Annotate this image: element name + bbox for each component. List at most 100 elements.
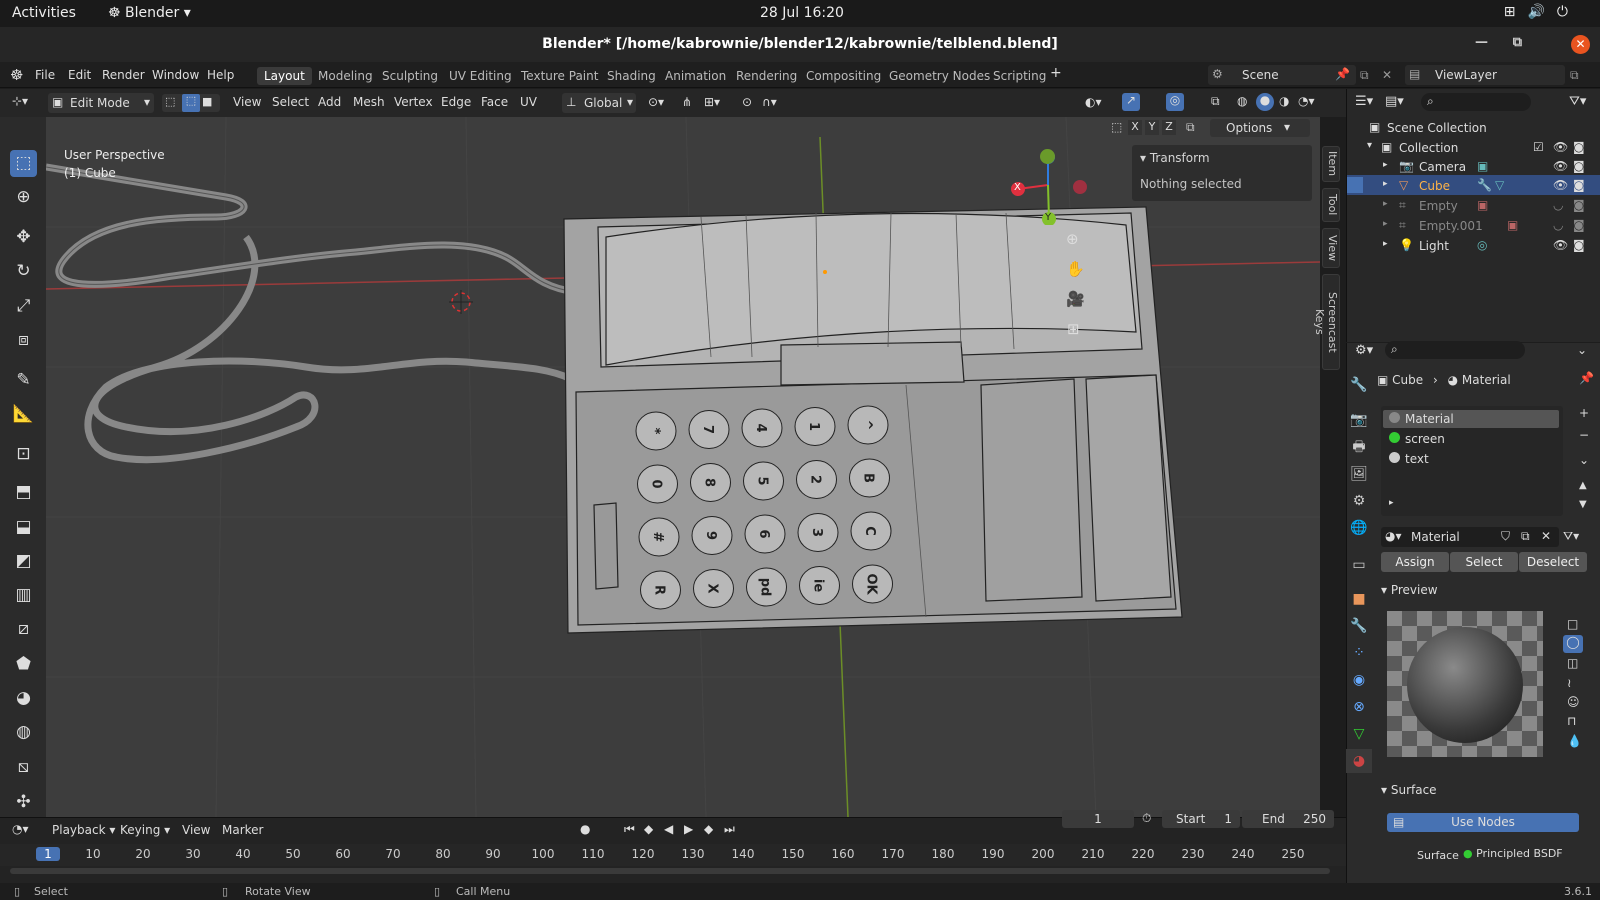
tab-shading[interactable]: Shading: [600, 67, 663, 85]
tab-modeling[interactable]: Modeling: [311, 67, 380, 85]
falloff-icon[interactable]: ∩▾: [762, 95, 777, 109]
loop-cut-tool-icon[interactable]: ▥: [10, 582, 37, 609]
extrude-tool-icon[interactable]: ⬒: [10, 479, 37, 506]
duplicate-icon[interactable]: ⧉: [1521, 529, 1530, 544]
select-box-tool-icon[interactable]: ⬚: [10, 150, 37, 177]
rotate-tool-icon[interactable]: ↻: [10, 258, 37, 285]
camera-render-icon[interactable]: ◙: [1573, 218, 1585, 232]
expand-icon[interactable]: ▸: [1383, 179, 1388, 189]
object-tab-icon[interactable]: ■: [1346, 587, 1372, 611]
edge-select-icon[interactable]: ⬚: [182, 94, 200, 112]
tree-row-camera[interactable]: ▸ 📷 Camera ▣ 👁 ◙: [1347, 156, 1600, 176]
keypad-button[interactable]: R: [640, 570, 681, 610]
material-tab-icon[interactable]: ◕: [1346, 749, 1372, 773]
eye-icon[interactable]: 👁: [1553, 159, 1568, 173]
eye-icon[interactable]: 👁: [1553, 140, 1568, 154]
neg-y-axis-handle[interactable]: [1040, 149, 1055, 164]
keypad-button[interactable]: 8: [690, 463, 731, 502]
keypad-button[interactable]: 4: [741, 408, 783, 448]
3d-cursor[interactable]: [449, 290, 473, 314]
material-slot[interactable]: text: [1383, 450, 1559, 468]
tool-properties-tab-icon[interactable]: 🔧: [1346, 373, 1372, 397]
menu-file[interactable]: File: [35, 68, 55, 82]
eye-icon[interactable]: 👁: [1553, 178, 1568, 192]
unlink-icon[interactable]: ✕: [1541, 529, 1551, 543]
maximize-icon[interactable]: ⧉: [1513, 35, 1522, 50]
preview-hair-icon[interactable]: ≀: [1567, 676, 1572, 690]
use-nodes-button[interactable]: ▤ Use Nodes: [1387, 813, 1579, 832]
add-slot-icon[interactable]: +: [1579, 406, 1589, 420]
keypad-button[interactable]: 9: [691, 516, 733, 555]
knife-tool-icon[interactable]: ⧄: [10, 616, 37, 643]
transform-panel-header[interactable]: ▾ Transform: [1140, 151, 1210, 165]
preview-fluid-icon[interactable]: 💧: [1567, 734, 1582, 748]
keypad-button[interactable]: pd: [746, 567, 787, 607]
mode-dropdown[interactable]: ▣ Edit Mode ▾: [48, 93, 154, 113]
vertex-select-icon[interactable]: ⬚: [165, 95, 181, 111]
clock[interactable]: 28 Jul 16:20: [760, 5, 844, 21]
camera-render-icon[interactable]: ◙: [1573, 159, 1585, 173]
camera-render-icon[interactable]: ◙: [1573, 140, 1585, 154]
tab-uv-editing[interactable]: UV Editing: [442, 67, 519, 85]
proportional-edit-icon[interactable]: ⊙: [742, 95, 752, 109]
scene-selector[interactable]: ⚙ Scene 📌: [1208, 65, 1356, 85]
playhead[interactable]: 1: [36, 847, 60, 861]
menu-timeline-view[interactable]: View: [182, 823, 210, 837]
play-icon[interactable]: ▶: [684, 822, 693, 836]
tab-sculpting[interactable]: Sculpting: [375, 67, 445, 85]
menu-render[interactable]: Render: [102, 68, 145, 82]
modifier-tab-icon[interactable]: 🔧: [1346, 614, 1372, 638]
snap-target-icon[interactable]: ⊞▾: [704, 95, 720, 109]
tree-row-light[interactable]: ▸ 💡 Light ◎ 👁 ◙: [1347, 235, 1600, 255]
wireframe-shading-icon[interactable]: ◍: [1237, 94, 1247, 108]
camera-render-icon[interactable]: ◙: [1573, 238, 1585, 252]
expand-icon[interactable]: ▾: [1367, 140, 1372, 151]
slot-specials-icon[interactable]: ⌄: [1579, 453, 1589, 467]
surface-panel-header[interactable]: ▾ Surface: [1381, 783, 1595, 803]
keypad-button[interactable]: 7: [688, 410, 730, 449]
keypad-button[interactable]: 5: [743, 461, 784, 501]
tab-scripting[interactable]: Scripting: [986, 67, 1053, 85]
end-frame-field[interactable]: End 250: [1242, 810, 1334, 828]
output-properties-tab-icon[interactable]: 🖶: [1346, 435, 1372, 459]
preview-flat-icon[interactable]: □: [1567, 617, 1578, 631]
display-mode-icon[interactable]: ▤▾: [1385, 94, 1404, 109]
tab-compositing[interactable]: Compositing: [799, 67, 888, 85]
surface-shader-field[interactable]: ● Principled BSDF: [1463, 847, 1589, 863]
camera-render-icon[interactable]: ◙: [1573, 178, 1585, 192]
add-cube-tool-icon[interactable]: ⊡: [10, 441, 37, 468]
collection-tab-icon[interactable]: ▭: [1346, 553, 1372, 577]
keypad-button[interactable]: C: [850, 511, 892, 551]
xray-icon[interactable]: ⧉: [1211, 94, 1220, 109]
menu-edit[interactable]: Edit: [68, 68, 91, 82]
properties-editor-icon[interactable]: ⚙▾: [1355, 343, 1373, 358]
auto-merge-icon[interactable]: ⧉: [1186, 120, 1195, 135]
snap-icon[interactable]: ⋔: [682, 95, 692, 109]
keypad-button[interactable]: #: [638, 517, 680, 557]
mirror-x-toggle[interactable]: X: [1128, 120, 1142, 135]
select-button[interactable]: Select: [1450, 552, 1518, 572]
outliner-search-input[interactable]: ⌕: [1421, 93, 1531, 111]
keypad-button[interactable]: 0: [637, 464, 678, 504]
keypad-button[interactable]: ie: [799, 566, 840, 605]
mirror-icon[interactable]: ⬚: [1111, 120, 1122, 134]
keypad-button[interactable]: B: [849, 458, 890, 498]
mirror-y-toggle[interactable]: Y: [1145, 120, 1159, 135]
expand-icon[interactable]: ▸: [1383, 239, 1388, 249]
tree-row-empty[interactable]: ▸ ⌗ Empty ▣ ◡ ◙: [1347, 195, 1600, 215]
face-select-icon[interactable]: ■: [202, 95, 218, 111]
zoom-icon[interactable]: ⊕: [1066, 230, 1079, 248]
checkbox-icon[interactable]: ☑: [1533, 140, 1544, 154]
constraints-tab-icon[interactable]: ⊗: [1346, 695, 1372, 719]
menu-face[interactable]: Face: [481, 95, 508, 109]
preview-cube-icon[interactable]: ◫: [1567, 656, 1578, 670]
add-workspace-icon[interactable]: +: [1050, 65, 1062, 81]
data-tab-icon[interactable]: ▽: [1346, 722, 1372, 746]
transform-tool-icon[interactable]: ⧈: [10, 327, 37, 354]
expand-icon[interactable]: ▸: [1383, 160, 1388, 170]
auto-keying-icon[interactable]: ●: [580, 822, 590, 836]
neg-x-axis-handle[interactable]: [1073, 180, 1087, 194]
material-datablock-field[interactable]: ◕▾ Material ⛉ ⧉ ✕: [1381, 527, 1559, 547]
preview-cloth-icon[interactable]: ⊓: [1567, 714, 1576, 728]
tree-row-scene-collection[interactable]: ▣ Scene Collection: [1347, 117, 1600, 137]
